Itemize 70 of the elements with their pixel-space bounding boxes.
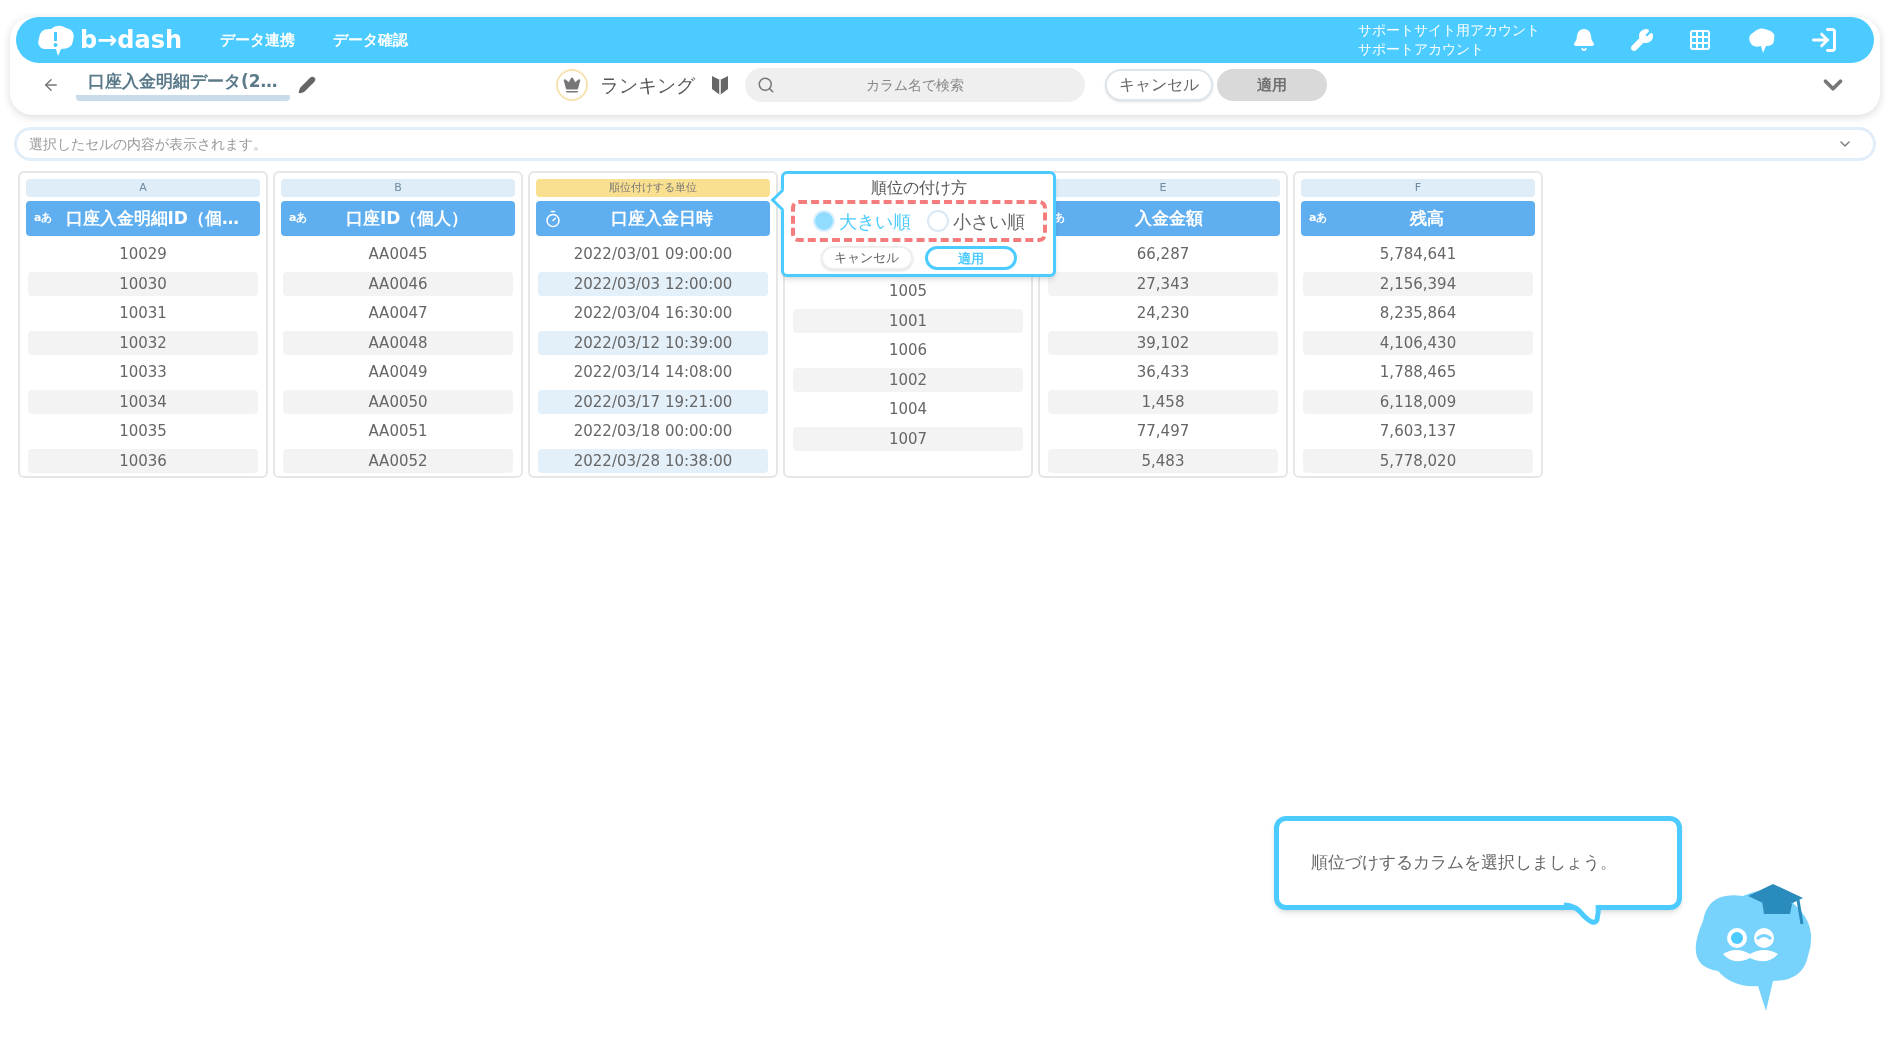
cloud-logo-icon (36, 23, 76, 57)
table-cell: 6,118,009 (1303, 389, 1533, 414)
table-cell: 10032 (28, 330, 258, 355)
beginner-mark-icon[interactable] (710, 74, 729, 96)
cell-content-placeholder: 選択したセルの内容が表示されます。 (29, 134, 268, 154)
apps-grid-icon[interactable] (1688, 28, 1712, 52)
search-icon (756, 76, 775, 94)
column-header[interactable]: aあ 残高 (1301, 201, 1535, 236)
mode-label: ランキング (599, 72, 695, 98)
header-label: 口座入金明細ID（個… (64, 206, 240, 230)
stopwatch-icon (544, 209, 562, 228)
column-header[interactable]: 口座入金日時 (536, 201, 770, 236)
table-cell: 2,156,394 (1303, 271, 1533, 296)
nav-link[interactable]: データ確認 (333, 28, 409, 52)
column-header[interactable]: aあ 口座ID（個人） (281, 201, 515, 236)
table-cell: 1001 (793, 308, 1023, 333)
search-field[interactable]: カラム名で検索 (744, 68, 1085, 102)
edit-icon[interactable] (297, 76, 316, 94)
popup-cancel-button[interactable]: キャンセル (820, 246, 913, 270)
option-label[interactable]: 小さい順 (952, 207, 1025, 235)
table-cell: 2022/03/03 12:00:00 (538, 271, 768, 296)
back-icon[interactable] (42, 76, 60, 94)
popup-title: 順位の付け方 (870, 178, 967, 198)
table-cell: 10030 (28, 271, 258, 296)
radio-button[interactable] (926, 210, 949, 232)
table-cell: 1,458 (1048, 389, 1278, 414)
column-letter: F (1301, 179, 1535, 197)
header-label: 残高 (1408, 206, 1446, 230)
table-cell: 1002 (793, 367, 1023, 392)
nav-link[interactable]: データ連携 (220, 28, 296, 52)
table-cell: 5,778,020 (1303, 448, 1533, 473)
radio-button[interactable] (812, 210, 835, 232)
table-cell: 10036 (28, 448, 258, 473)
notification-icon[interactable] (1572, 28, 1596, 52)
column-header[interactable]: aあ 口座入金明細ID（個… (26, 201, 260, 236)
type-label: aあ (289, 210, 308, 227)
table-cell: 5,483 (1048, 448, 1278, 473)
header-label: 入金金額 (1133, 206, 1204, 230)
table-cell: 27,343 (1048, 271, 1278, 296)
table-cell: AA0050 (283, 389, 513, 414)
table-cell: AA0048 (283, 330, 513, 355)
account-name: サポートサイト用アカウント (1358, 21, 1540, 40)
popup-apply-button[interactable]: 適用 (924, 246, 1017, 270)
table-cell: AA0046 (283, 271, 513, 296)
table-cell: AA0052 (283, 448, 513, 473)
table-cell: 2022/03/12 10:39:00 (538, 330, 768, 355)
settings-icon[interactable] (1630, 28, 1654, 52)
ranking-unit-badge: 順位付けする単位 (536, 179, 770, 197)
option-label[interactable]: 大きい順 (838, 207, 911, 235)
cell-content-bar[interactable]: 選択したセルの内容が表示されます。 (14, 127, 1876, 161)
header-label: 口座ID（個人） (345, 206, 470, 230)
table-cell: 2022/03/28 10:38:00 (538, 448, 768, 473)
table-cell: 4,106,430 (1303, 330, 1533, 355)
type-label: aあ (34, 210, 53, 227)
column-letter: A (26, 179, 260, 197)
logout-icon[interactable] (1810, 26, 1838, 54)
crown-icon (562, 76, 581, 94)
table-cell: 1007 (793, 426, 1023, 451)
table-cell: 39,102 (1048, 330, 1278, 355)
mascot-icon[interactable] (1746, 26, 1776, 54)
table-cell: 10034 (28, 389, 258, 414)
logo-text: b→dash (80, 25, 183, 56)
table-cell: 2022/03/17 19:21:00 (538, 389, 768, 414)
title-tab[interactable]: 口座入金明細データ(2… (76, 68, 290, 102)
type-label: aあ (1309, 210, 1328, 227)
header-label: 口座入金日時 (610, 206, 714, 230)
column-letter: B (281, 179, 515, 197)
cancel-button[interactable]: キャンセル (1104, 69, 1213, 101)
account-name: サポートアカウント (1358, 40, 1485, 59)
guide-message: 順位づけするカラムを選択しましょう。 (1311, 851, 1617, 875)
